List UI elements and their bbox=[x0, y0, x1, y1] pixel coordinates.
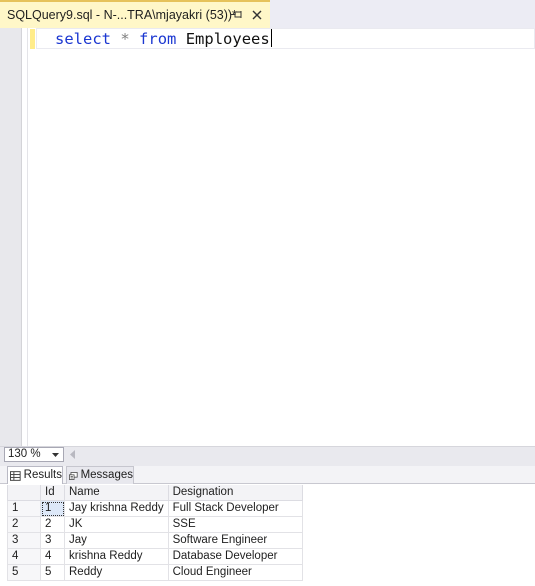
document-tab-bar: SQLQuery9.sql - N-...TRA\mjayakri (53))* bbox=[0, 0, 535, 28]
line-number-margin bbox=[22, 28, 28, 446]
row-number[interactable]: 5 bbox=[7, 564, 41, 581]
table-row: 2 2 JK SSE bbox=[7, 516, 303, 533]
table-row: 1 1 Jay krishna Reddy Full Stack Develop… bbox=[7, 500, 303, 517]
messages-icon bbox=[69, 471, 78, 480]
text-caret bbox=[270, 29, 272, 47]
tab-messages-label: Messages bbox=[80, 469, 133, 481]
glyph-margin bbox=[0, 28, 22, 446]
scroll-left-icon[interactable] bbox=[70, 450, 76, 459]
results-grid[interactable]: Id Name Designation 1 1 Jay krishna Redd… bbox=[7, 485, 303, 581]
cell-designation[interactable]: Database Developer bbox=[167, 548, 303, 565]
column-header-id[interactable]: Id bbox=[40, 485, 65, 501]
tab-results[interactable]: Results bbox=[7, 466, 63, 484]
cell-id[interactable]: 1 bbox=[40, 500, 65, 517]
cell-name[interactable]: Reddy bbox=[64, 564, 169, 581]
cell-designation[interactable]: SSE bbox=[167, 516, 303, 533]
tab-messages[interactable]: Messages bbox=[66, 466, 134, 484]
cell-id[interactable]: 2 bbox=[40, 516, 65, 533]
editor-status-strip: 130 % bbox=[0, 446, 535, 463]
code-line-1[interactable]: select * from Employees bbox=[55, 29, 272, 49]
row-number[interactable]: 2 bbox=[7, 516, 41, 533]
cell-name[interactable]: Jay krishna Reddy bbox=[64, 500, 169, 517]
cell-designation[interactable]: Cloud Engineer bbox=[167, 564, 303, 581]
cell-name[interactable]: Jay bbox=[64, 532, 169, 549]
results-grid-area: Id Name Designation 1 1 Jay krishna Redd… bbox=[0, 484, 535, 586]
column-header-designation[interactable]: Designation bbox=[167, 485, 303, 501]
column-header-name[interactable]: Name bbox=[64, 485, 169, 501]
cell-designation[interactable]: Full Stack Developer bbox=[167, 500, 303, 517]
zoom-select[interactable]: 130 % bbox=[4, 447, 64, 462]
keyword-select: select bbox=[55, 30, 111, 48]
cell-name[interactable]: krishna Reddy bbox=[64, 548, 169, 565]
cell-name[interactable]: JK bbox=[64, 516, 169, 533]
cell-id[interactable]: 4 bbox=[40, 548, 65, 565]
table-row: 3 3 Jay Software Engineer bbox=[7, 532, 303, 549]
table-row: 4 4 krishna Reddy Database Developer bbox=[7, 548, 303, 565]
grid-icon bbox=[10, 470, 21, 481]
results-tab-strip: Results Messages bbox=[0, 466, 535, 484]
cell-designation[interactable]: Software Engineer bbox=[167, 532, 303, 549]
row-number[interactable]: 1 bbox=[7, 500, 41, 517]
document-tab[interactable]: SQLQuery9.sql - N-...TRA\mjayakri (53))* bbox=[0, 0, 270, 28]
cell-id[interactable]: 3 bbox=[40, 532, 65, 549]
pin-icon[interactable] bbox=[231, 10, 243, 20]
zoom-value: 130 % bbox=[8, 448, 41, 460]
grid-header-row: Id Name Designation bbox=[7, 485, 303, 501]
unsaved-change-indicator bbox=[30, 29, 35, 49]
tab-title: SQLQuery9.sql - N-...TRA\mjayakri (53))* bbox=[7, 8, 237, 22]
table-row: 5 5 Reddy Cloud Engineer bbox=[7, 564, 303, 581]
row-number[interactable]: 3 bbox=[7, 532, 41, 549]
operator-star: * bbox=[120, 30, 130, 48]
close-icon[interactable] bbox=[250, 8, 264, 22]
cell-id[interactable]: 5 bbox=[40, 564, 65, 581]
dropdown-arrow-icon bbox=[52, 453, 59, 457]
query-editor[interactable]: select * from Employees bbox=[0, 28, 535, 446]
row-number[interactable]: 4 bbox=[7, 548, 41, 565]
table-name: Employees bbox=[185, 30, 270, 48]
tab-results-label: Results bbox=[23, 469, 62, 481]
keyword-from: from bbox=[139, 30, 177, 48]
row-number-header[interactable] bbox=[7, 485, 41, 501]
